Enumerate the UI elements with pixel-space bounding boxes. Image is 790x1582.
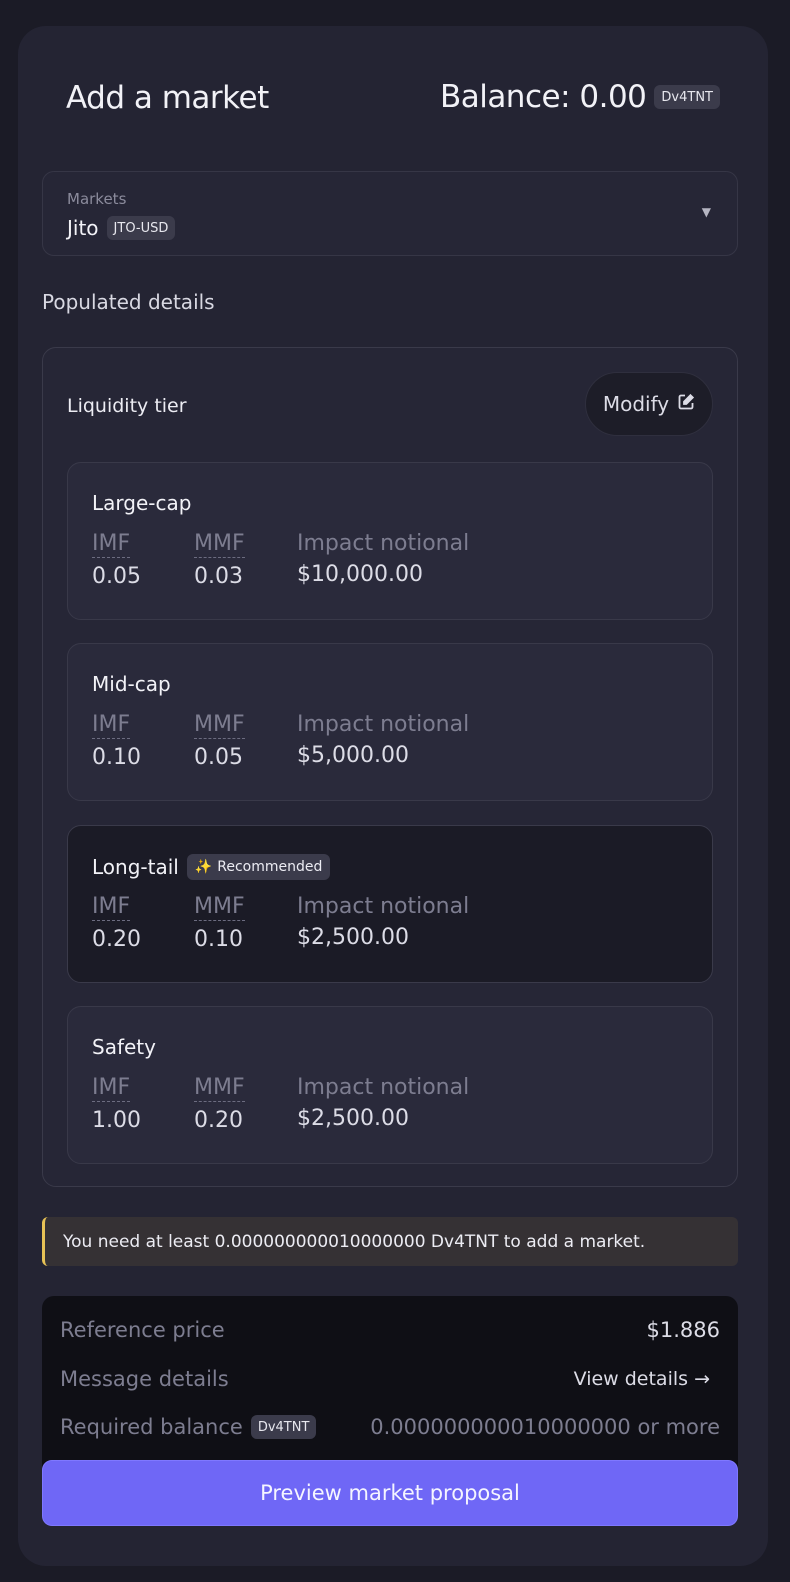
impact-notional-value: $5,000.00 [297,743,409,768]
tier-name: Mid-cap [92,672,171,696]
modify-label: Modify [602,392,670,416]
mmf-column: MMF 0.20 [194,1075,245,1133]
imf-label: IMF [92,1075,131,1102]
balance-label: Balance: 0.00 [439,79,647,115]
mmf-label: MMF [194,1075,245,1102]
impact-notional-label: Impact notional [297,531,470,556]
imf-column: IMF 1.00 [92,1075,141,1133]
dialog-title: Add a market [66,80,269,116]
required-balance-token-tag: Dv4TNT [250,1415,317,1439]
mmf-value: 0.20 [194,1108,243,1133]
impact-notional-column: Impact notional $5,000.00 [297,712,469,768]
tier-card-mid-cap[interactable]: Mid-cap IMF 0.10 MMF 0.05 Impact notiona… [67,643,713,801]
preview-market-proposal-button[interactable]: Preview market proposal [42,1460,738,1526]
impact-notional-label: Impact notional [297,1075,470,1100]
liquidity-tier-panel: Liquidity tier Modify Large-cap IMF 0.05… [42,347,738,1187]
tier-name: Large-cap [92,491,192,515]
mmf-label: MMF [194,531,245,558]
recommended-badge: ✨ Recommended [186,854,331,880]
impact-notional-label: Impact notional [297,712,470,737]
impact-notional-column: Impact notional $10,000.00 [297,531,469,587]
mmf-column: MMF 0.10 [194,894,245,952]
balance-warning: You need at least 0.000000000010000000 D… [42,1217,738,1266]
reference-price-row: Reference price $1.886 [60,1318,720,1342]
imf-value: 0.05 [92,564,141,589]
market-ticker-tag: JTO-USD [106,216,176,240]
required-balance-label-group: Required balance Dv4TNT [60,1415,317,1439]
imf-column: IMF 0.20 [92,894,141,952]
imf-label: IMF [92,531,131,558]
reference-price-label: Reference price [60,1318,225,1342]
market-name: Jito [67,216,99,240]
imf-column: IMF 0.05 [92,531,141,589]
balance-token-tag: Dv4TNT [654,85,720,109]
imf-label: IMF [92,712,131,739]
tier-name: Long-tail ✨ Recommended [92,854,331,880]
markets-select[interactable]: Markets Jito JTO-USD ▼ [42,171,738,256]
markets-select-value: Jito JTO-USD [67,216,176,240]
message-details-row: Message details View details → [60,1367,720,1391]
required-balance-row: Required balance Dv4TNT 0.00000000001000… [60,1415,720,1439]
tier-card-long-tail[interactable]: Long-tail ✨ Recommended IMF 0.20 MMF 0.1… [67,825,713,983]
tier-name: Safety [92,1035,156,1059]
edit-icon [677,392,695,416]
imf-value: 0.20 [92,927,141,952]
balance-display: Balance: 0.00 Dv4TNT [440,79,720,115]
required-balance-value: 0.000000000010000000 or more [370,1415,720,1439]
reference-price-value: $1.886 [646,1318,720,1342]
imf-value: 0.10 [92,745,141,770]
add-market-dialog: Add a market Balance: 0.00 Dv4TNT Market… [18,26,768,1566]
tier-card-safety[interactable]: Safety IMF 1.00 MMF 0.20 Impact notional… [67,1006,713,1164]
mmf-value: 0.03 [194,564,243,589]
required-balance-label: Required balance [60,1415,243,1439]
impact-notional-column: Impact notional $2,500.00 [297,1075,469,1131]
triangle-down-icon[interactable]: ▼ [702,205,711,219]
impact-notional-value: $10,000.00 [297,562,423,587]
mmf-label: MMF [194,894,245,921]
mmf-value: 0.05 [194,745,243,770]
impact-notional-label: Impact notional [297,894,470,919]
markets-select-label: Markets [67,190,127,208]
view-details-link[interactable]: View details → [574,1368,710,1390]
mmf-column: MMF 0.05 [194,712,245,770]
imf-label: IMF [92,894,131,921]
impact-notional-value: $2,500.00 [297,1106,409,1131]
tier-card-large-cap[interactable]: Large-cap IMF 0.05 MMF 0.03 Impact notio… [67,462,713,620]
liquidity-tier-title: Liquidity tier [67,395,187,417]
imf-value: 1.00 [92,1108,141,1133]
message-details-label: Message details [60,1367,229,1391]
populated-details-title: Populated details [42,290,215,314]
mmf-value: 0.10 [194,927,243,952]
impact-notional-value: $2,500.00 [297,925,409,950]
sparkles-icon: ✨ [194,859,213,875]
imf-column: IMF 0.10 [92,712,141,770]
modify-button[interactable]: Modify [585,372,713,436]
mmf-label: MMF [194,712,245,739]
mmf-column: MMF 0.03 [194,531,245,589]
impact-notional-column: Impact notional $2,500.00 [297,894,469,950]
